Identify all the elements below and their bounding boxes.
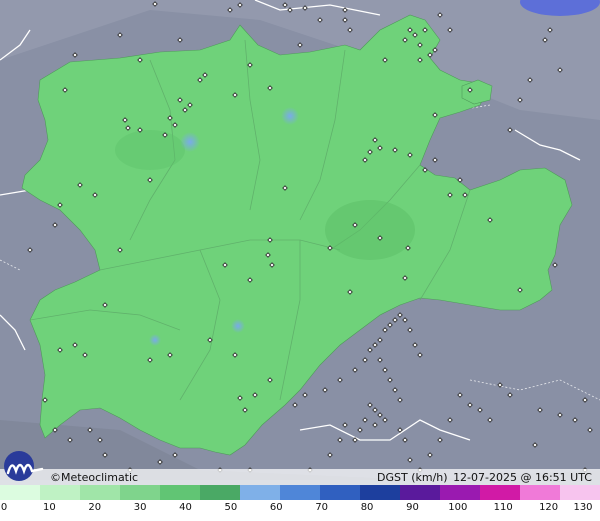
legend-swatch [520, 485, 560, 500]
variable-label: DGST (km/h) [377, 471, 448, 484]
legend-swatch [240, 485, 280, 500]
high-gust-spot [180, 132, 200, 152]
legend-swatch [360, 485, 400, 500]
brand-text: ©Meteoclimatic [50, 471, 138, 484]
legend-swatch [400, 485, 440, 500]
legend-swatch [80, 485, 120, 500]
legend-tick-label: 50 [224, 502, 238, 513]
legend-tick-label: 20 [88, 502, 102, 513]
legend-tick-label: 60 [269, 502, 283, 513]
legend-tick-label: 110 [493, 502, 513, 513]
legend-tick-label: 30 [133, 502, 147, 513]
gust-area [115, 130, 185, 170]
legend-swatch [280, 485, 320, 500]
meteoclimatic-logo [4, 451, 44, 481]
legend-tick-label: 10 [43, 502, 56, 513]
copyright-symbol: © [50, 471, 61, 484]
gust-area [325, 200, 415, 260]
legend-tick-label: 100 [448, 502, 468, 513]
high-gust-spot [149, 334, 161, 346]
legend-swatch [560, 485, 600, 500]
legend-swatch [320, 485, 360, 500]
legend-swatch [200, 485, 240, 500]
legend-tick-label: 90 [406, 502, 419, 513]
legend-tick-label: 0 [0, 502, 8, 513]
legend-swatch [440, 485, 480, 500]
legend-color-bar [0, 485, 600, 500]
legend-tick-label: 120 [539, 502, 559, 513]
color-legend: 0 10 20 30 40 50 60 70 80 90 100 110 120 130 [0, 485, 600, 521]
legend-swatch [0, 485, 40, 500]
legend-swatch [160, 485, 200, 500]
high-gust-spot [281, 107, 299, 125]
legend-tick-label: 130 [573, 502, 593, 513]
legend-tick-label: 40 [179, 502, 192, 513]
legend-tick-label: 70 [315, 502, 329, 513]
brand-name: Meteoclimatic [61, 471, 139, 484]
legend-swatch [480, 485, 520, 500]
wind-gust-map [0, 0, 600, 480]
timestamp-label: 12-07-2025 @ 16:51 UTC [453, 471, 592, 484]
map-metadata: DGST (km/h) 12-07-2025 @ 16:51 UTC [375, 471, 592, 484]
legend-ticks: 0 10 20 30 40 50 60 70 80 90 100 110 120 130 [0, 502, 600, 516]
legend-tick-label: 80 [360, 502, 374, 513]
legend-swatch [40, 485, 80, 500]
legend-swatch [120, 485, 160, 500]
high-gust-spot [231, 319, 245, 333]
